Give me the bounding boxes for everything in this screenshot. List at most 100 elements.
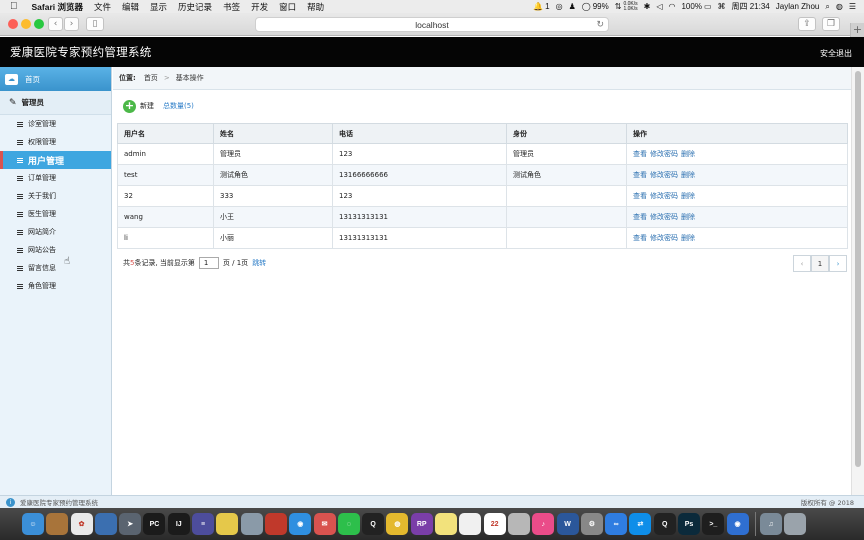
spotlight-icon[interactable]: ⌕ — [825, 2, 829, 12]
dock-preview-icon[interactable] — [94, 513, 117, 535]
dock-chrome-icon[interactable]: ◉ — [726, 513, 749, 535]
dock-axure-rp-icon[interactable]: RP — [410, 513, 433, 535]
minimize-window-icon[interactable] — [21, 19, 31, 29]
forward-button[interactable]: › — [64, 17, 79, 31]
dock-itunes-icon[interactable]: ♪ — [532, 513, 555, 535]
delete-link[interactable]: 删除 — [681, 234, 695, 242]
delete-link[interactable]: 删除 — [681, 171, 695, 179]
view-link[interactable]: 查看 — [633, 171, 647, 179]
change-password-link[interactable]: 修改密码 — [650, 150, 678, 158]
dock-stickies-icon[interactable] — [459, 513, 482, 535]
menu-view[interactable]: 显示 — [150, 1, 167, 13]
menu-file[interactable]: 文件 — [94, 1, 111, 13]
change-password-link[interactable]: 修改密码 — [650, 171, 678, 179]
logout-link[interactable]: 安全退出 — [820, 48, 852, 59]
dock-contacts-icon[interactable] — [507, 513, 530, 535]
menu-window[interactable]: 窗口 — [279, 1, 296, 13]
clock[interactable]: 周四 21:34 — [732, 1, 770, 12]
dock-coin-icon[interactable]: ◍ — [386, 513, 409, 535]
view-link[interactable]: 查看 — [633, 192, 647, 200]
sidebar-item-messages[interactable]: 留言信息 — [0, 259, 111, 277]
change-password-link[interactable]: 修改密码 — [650, 213, 678, 221]
dock-trash-icon[interactable] — [784, 513, 807, 535]
apple-icon[interactable]:  — [10, 1, 18, 12]
battery-status[interactable]: 100% ▭ — [681, 2, 711, 11]
bluetooth-icon[interactable]: ✱ — [644, 2, 651, 11]
menu-app-name[interactable]: Safari 浏览器 — [32, 1, 84, 13]
page-number-button[interactable]: 1 — [811, 255, 829, 272]
view-link[interactable]: 查看 — [633, 234, 647, 242]
dock-vmware-icon[interactable]: ≡ — [192, 513, 215, 535]
delete-link[interactable]: 删除 — [681, 150, 695, 158]
battery-status-left[interactable]: ◯ 99% — [582, 2, 609, 11]
qq-status-icon[interactable]: ♟ — [569, 2, 576, 11]
address-bar[interactable]: localhost ↻ — [255, 17, 609, 32]
add-icon[interactable]: + — [123, 99, 136, 113]
prev-page-button[interactable]: ‹ — [793, 255, 811, 272]
wechat-status-icon[interactable]: ◎ — [556, 2, 563, 11]
menu-bookmarks[interactable]: 书签 — [223, 1, 240, 13]
dock-launchpad-icon[interactable]: ➤ — [119, 513, 142, 535]
reload-icon[interactable]: ↻ — [596, 19, 604, 30]
dock-teamviewer-icon[interactable]: ⇄ — [629, 513, 652, 535]
menu-edit[interactable]: 编辑 — [122, 1, 139, 13]
dock-word-icon[interactable]: W — [556, 513, 579, 535]
sidebar-item-site-intro[interactable]: 网站简介 — [0, 223, 111, 241]
dock-pycharm-icon[interactable]: PC — [143, 513, 166, 535]
page-scrollbar[interactable] — [851, 67, 864, 495]
share-button[interactable]: ⇪ — [798, 17, 816, 31]
menu-history[interactable]: 历史记录 — [178, 1, 212, 13]
delete-link[interactable]: 删除 — [681, 192, 695, 200]
view-link[interactable]: 查看 — [633, 213, 647, 221]
dock-baidu-pan-icon[interactable]: ∞ — [605, 513, 628, 535]
sidebar-item-clinic[interactable]: 诊室管理 — [0, 115, 111, 133]
sidebar-item-doctors[interactable]: 医生管理 — [0, 205, 111, 223]
breadcrumb-home[interactable]: 首页 — [144, 73, 158, 83]
dock-wechat-icon[interactable]: ◌ — [337, 513, 360, 535]
scrollbar-thumb[interactable] — [855, 71, 861, 467]
sidebar-item-permissions[interactable]: 权限管理 — [0, 133, 111, 151]
delete-link[interactable]: 删除 — [681, 213, 695, 221]
back-button[interactable]: ‹ — [48, 17, 63, 31]
dock-photoshop-icon[interactable]: Ps — [678, 513, 701, 535]
dock-terminal-icon[interactable]: >_ — [702, 513, 725, 535]
total-count[interactable]: 总数量(5) — [163, 101, 194, 111]
sidebar-item-about[interactable]: 关于我们 — [0, 187, 111, 205]
dock-penguin-icon[interactable]: Q — [653, 513, 676, 535]
sidebar-group-admin[interactable]: ✎ 管理员 — [0, 91, 111, 115]
dock-notefile-icon[interactable] — [46, 513, 69, 535]
view-link[interactable]: 查看 — [633, 150, 647, 158]
dock-system-prefs-icon[interactable]: ⚙ — [580, 513, 603, 535]
siri-icon[interactable]: ◍ — [836, 2, 843, 11]
sidebar-item-orders[interactable]: 订单管理 — [0, 169, 111, 187]
dock-safari-icon[interactable]: ◉ — [289, 513, 312, 535]
dock-finder-icon[interactable]: ☺ — [22, 513, 44, 535]
new-button[interactable]: 新建 — [140, 101, 154, 111]
dock-mail-icon[interactable]: ✉ — [313, 513, 336, 535]
notification-center-icon[interactable]: ☰ — [849, 2, 856, 11]
page-input[interactable]: 1 — [198, 257, 219, 269]
next-page-button[interactable]: › — [829, 255, 847, 272]
notification-status[interactable]: 🔔 1 — [533, 2, 549, 11]
sidebar-item-roles[interactable]: 角色管理 — [0, 277, 111, 295]
new-tab-button[interactable]: + — [850, 23, 864, 37]
jump-link[interactable]: 跳转 — [252, 258, 266, 268]
dock-photos-icon[interactable]: ✿ — [70, 513, 93, 535]
sidebar-home[interactable]: ☁ 首页 — [0, 67, 111, 91]
tabs-button[interactable]: ❐ — [822, 17, 840, 31]
sidebar-item-users[interactable]: 用户管理 — [0, 151, 111, 169]
change-password-link[interactable]: 修改密码 — [650, 192, 678, 200]
dock-music-folder-icon[interactable]: ♫ — [759, 513, 782, 535]
dock-redis-icon[interactable] — [264, 513, 287, 535]
input-method-icon[interactable]: ⌘ — [718, 2, 726, 11]
wifi-icon[interactable]: ◠ — [669, 2, 676, 11]
dock-qq-icon[interactable]: Q — [362, 513, 385, 535]
sidebar-item-announcements[interactable]: 网站公告 — [0, 241, 111, 259]
zoom-window-icon[interactable] — [34, 19, 44, 29]
dock-calendar-icon[interactable]: 22 — [483, 513, 506, 535]
dock-db-tool-icon[interactable] — [240, 513, 263, 535]
dock-cyberduck-icon[interactable] — [216, 513, 239, 535]
dock-notes-icon[interactable] — [435, 513, 458, 535]
dock-intellij-icon[interactable]: IJ — [167, 513, 190, 535]
change-password-link[interactable]: 修改密码 — [650, 234, 678, 242]
